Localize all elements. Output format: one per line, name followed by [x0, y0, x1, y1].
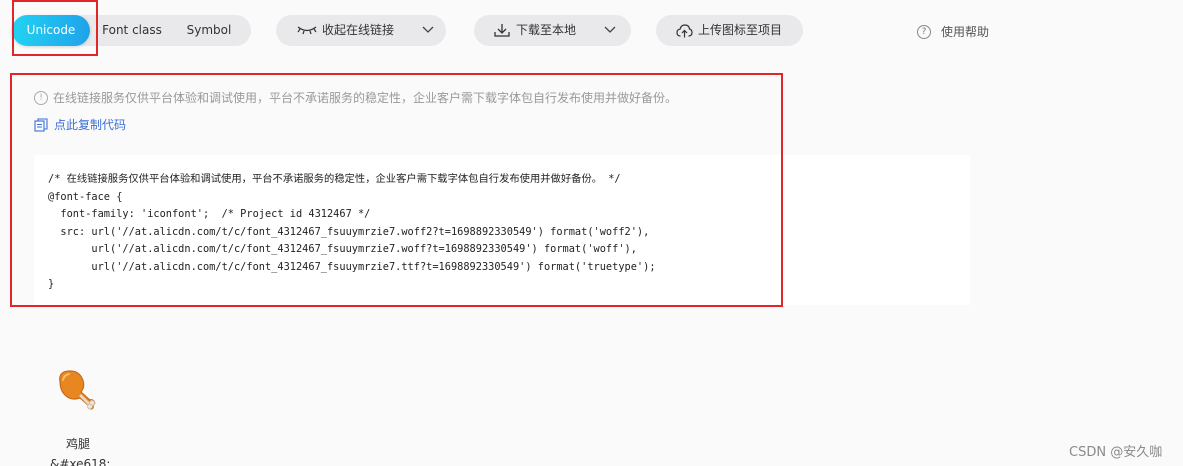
download-local-button[interactable]: 下载至本地: [474, 15, 631, 46]
copy-code-label: 点此复制代码: [54, 118, 127, 132]
code-line: font-family: 'iconfont'; /* Project id 4…: [48, 208, 371, 220]
copy-icon: [34, 118, 48, 132]
code-text: /* 在线链接服务仅供平台体验和调试使用，平台不承诺服务的稳定性，企业客户需下载…: [48, 171, 656, 294]
code-line: url('//at.alicdn.com/t/c/font_4312467_fs…: [48, 243, 637, 255]
watermark: CSDN @安久咖: [1069, 445, 1163, 460]
upload-icons-label: 上传图标至项目: [698, 23, 783, 37]
download-local-label: 下载至本地: [516, 23, 577, 37]
upload-icons-button[interactable]: 上传图标至项目: [656, 15, 803, 46]
code-type-switch: Unicode Font class Symbol: [12, 15, 251, 46]
download-icon: [494, 24, 510, 37]
tab-symbol[interactable]: Symbol: [174, 15, 244, 46]
cloud-upload-icon: [676, 24, 693, 38]
chicken-leg-icon: [59, 370, 96, 410]
code-line: @font-face {: [48, 190, 123, 203]
chevron-down-icon: [422, 26, 434, 33]
code-line: src: url('//at.alicdn.com/t/c/font_43124…: [48, 225, 650, 238]
code-line: /* 在线链接服务仅供平台体验和调试使用，平台不承诺服务的稳定性，企业客户需下载…: [48, 173, 621, 185]
icon-name: 鸡腿: [65, 437, 90, 451]
toolbar: Unicode Font class Symbol 收起在线链接 下载至本地 上…: [0, 0, 1183, 60]
code-line: }: [48, 278, 55, 290]
code-block: /* 在线链接服务仅供平台体验和调试使用，平台不承诺服务的稳定性，企业客户需下载…: [34, 155, 970, 305]
tab-font-class[interactable]: Font class: [96, 15, 168, 46]
code-line: url('//at.alicdn.com/t/c/font_4312467_fs…: [48, 260, 656, 273]
collapse-online-link-label: 收起在线链接: [322, 23, 395, 37]
collapse-online-link-button[interactable]: 收起在线链接: [276, 15, 446, 46]
icon-unicode: &#xe618;: [50, 457, 111, 466]
chevron-down-icon: [604, 26, 616, 33]
help-label: 使用帮助: [941, 25, 990, 39]
tab-unicode[interactable]: Unicode: [12, 15, 90, 46]
closed-eye-icon: [297, 26, 317, 35]
icon-list-item[interactable]: 鸡腿 &#xe618;: [40, 360, 116, 466]
info-icon: !: [34, 91, 48, 105]
question-icon: ?: [917, 25, 931, 39]
notice-text: 在线链接服务仅供平台体验和调试使用，平台不承诺服务的稳定性，企业客户需下载字体包…: [53, 91, 678, 105]
